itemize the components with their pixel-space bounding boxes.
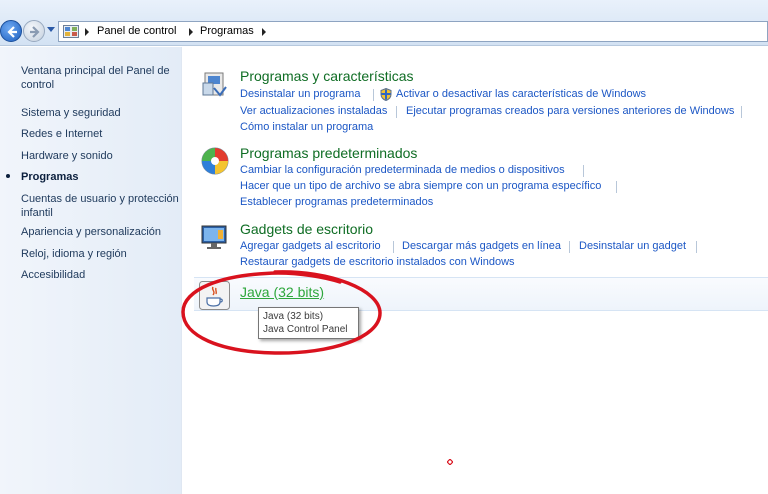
breadcrumb-control-panel[interactable]: Panel de control [97, 25, 177, 37]
java-tooltip: Java (32 bits) Java Control Panel [258, 307, 359, 339]
section-title-default-programs[interactable]: Programas predeterminados [240, 145, 417, 161]
restore-gadgets-link[interactable]: Restaurar gadgets de escritorio instalad… [240, 256, 515, 268]
file-type-association-link[interactable]: Hacer que un tipo de archivo se abra sie… [240, 180, 601, 192]
sidebar-item-network-internet[interactable]: Redes e Internet [21, 127, 179, 141]
download-gadgets-link[interactable]: Descargar más gadgets en línea [402, 240, 561, 252]
link-separator [616, 181, 617, 193]
sidebar-item-control-panel-home[interactable]: Ventana principal del Panel de control [21, 64, 179, 92]
main-content: Programas y características Desinstalar … [183, 47, 768, 494]
sidebar-item-clock-region[interactable]: Reloj, idioma y región [21, 247, 179, 261]
control-panel-icon [63, 25, 79, 38]
java-icon[interactable] [199, 281, 230, 310]
address-bar[interactable]: Panel de control Programas [58, 21, 768, 42]
sidebar-item-system-security[interactable]: Sistema y seguridad [21, 106, 179, 120]
recent-pages-dropdown-icon[interactable] [47, 27, 55, 32]
uninstall-gadget-link[interactable]: Desinstalar un gadget [579, 240, 686, 252]
tooltip-line-title: Java (32 bits) [263, 311, 324, 322]
link-separator [393, 241, 394, 253]
sidebar-item-programs[interactable]: Programas [21, 170, 179, 184]
small-red-marker [447, 459, 453, 465]
uac-shield-icon [380, 88, 392, 101]
link-separator [396, 106, 397, 118]
desktop-gadgets-icon[interactable] [200, 222, 230, 252]
section-title-desktop-gadgets[interactable]: Gadgets de escritorio [240, 221, 373, 237]
uninstall-program-link[interactable]: Desinstalar un programa [240, 88, 360, 100]
link-separator [569, 241, 570, 253]
sidebar-item-user-accounts[interactable]: Cuentas de usuario y protección infantil [21, 192, 179, 220]
change-media-settings-link[interactable]: Cambiar la configuración predeterminada … [240, 164, 565, 176]
address-toolbar: Panel de control Programas [0, 0, 768, 46]
run-older-programs-link[interactable]: Ejecutar programas creados para versione… [406, 105, 734, 117]
link-separator [741, 106, 742, 118]
programs-features-icon[interactable] [200, 69, 230, 99]
windows-features-link[interactable]: Activar o desactivar las características… [396, 88, 646, 100]
sidebar-item-hardware-sound[interactable]: Hardware y sonido [21, 149, 179, 163]
breadcrumb-arrow-icon[interactable] [189, 28, 193, 36]
java-link[interactable]: Java (32 bits) [240, 284, 324, 300]
forward-button[interactable] [23, 20, 45, 42]
sidebar: Ventana principal del Panel de control S… [0, 47, 182, 494]
link-separator [583, 165, 584, 177]
sidebar-item-appearance[interactable]: Apariencia y personalización [21, 225, 179, 239]
default-programs-icon[interactable] [200, 146, 230, 176]
link-separator [373, 89, 374, 101]
how-to-install-link[interactable]: Cómo instalar un programa [240, 121, 373, 133]
back-button[interactable] [0, 20, 22, 42]
breadcrumb-programs[interactable]: Programas [200, 25, 254, 37]
back-arrow-icon [7, 26, 17, 38]
set-default-programs-link[interactable]: Establecer programas predeterminados [240, 196, 433, 208]
breadcrumb-arrow-icon[interactable] [262, 28, 266, 36]
add-gadgets-link[interactable]: Agregar gadgets al escritorio [240, 240, 381, 252]
link-separator [696, 241, 697, 253]
view-updates-link[interactable]: Ver actualizaciones instaladas [240, 105, 387, 117]
active-bullet-icon [6, 174, 10, 178]
tooltip-line-description: Java Control Panel [263, 324, 348, 335]
forward-arrow-icon [30, 26, 40, 38]
section-title-programs-features[interactable]: Programas y características [240, 68, 414, 84]
sidebar-item-accessibility[interactable]: Accesibilidad [21, 268, 179, 282]
breadcrumb-arrow-icon[interactable] [85, 28, 89, 36]
